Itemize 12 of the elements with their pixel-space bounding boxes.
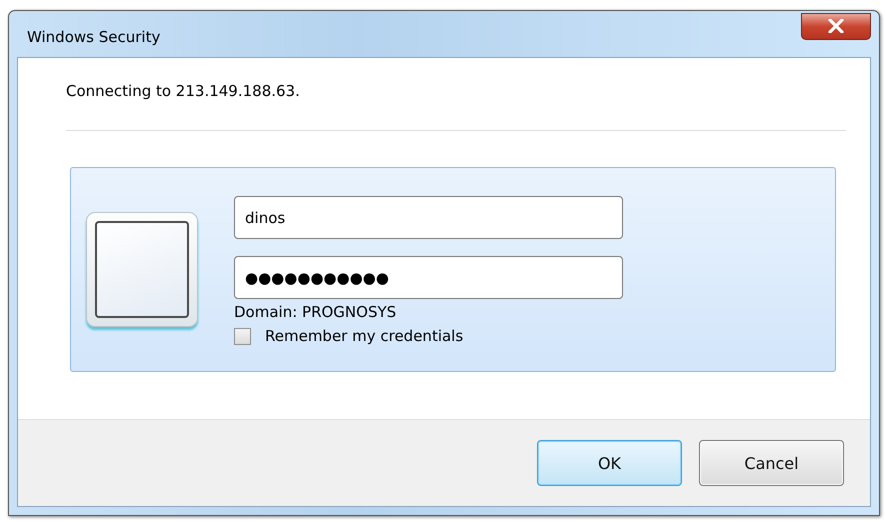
user-tile-icon bbox=[86, 212, 198, 327]
remember-checkbox[interactable] bbox=[234, 328, 251, 344]
close-icon bbox=[828, 19, 844, 33]
dialog-button[interactable]: Cancel bbox=[699, 440, 844, 486]
window-title: Windows Security bbox=[26, 27, 160, 46]
remember-label: Remember my credentials bbox=[265, 327, 464, 345]
close-button[interactable] bbox=[801, 12, 871, 40]
dialog-button[interactable]: OK bbox=[537, 440, 682, 486]
domain-label: Domain: PROGNOSYS bbox=[234, 303, 398, 321]
username-field[interactable]: dinos bbox=[234, 196, 623, 239]
password-field[interactable]: ●●●●●●●●●●● bbox=[234, 256, 623, 299]
connection-message: Connecting to 213.149.188.63. bbox=[66, 82, 300, 100]
